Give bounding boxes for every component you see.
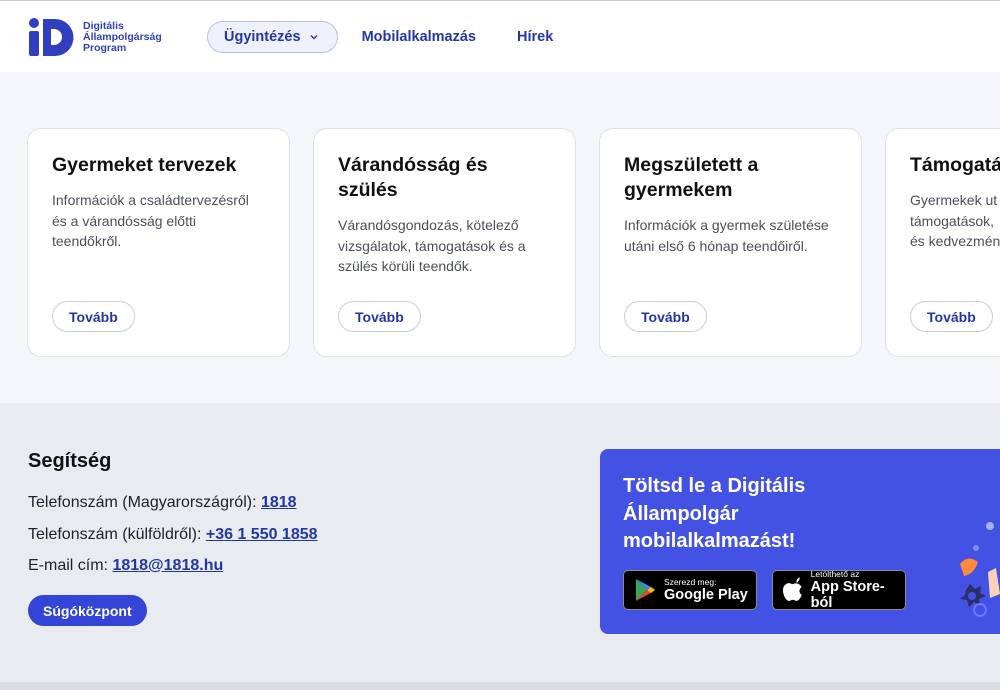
logo-line: Állampolgárság xyxy=(83,30,162,43)
decorative-illustration xyxy=(960,522,1000,617)
card-description: Gyermekek ut támogatások, és kedvezmén xyxy=(910,192,1000,249)
card-title: Támogatá xyxy=(910,154,1000,176)
card-more-button[interactable]: Tovább xyxy=(624,301,707,332)
google-play-icon xyxy=(636,579,655,601)
google-play-big: Google Play xyxy=(664,587,748,603)
card-varandossag: Várandósság és szülés Várandósgondozás, … xyxy=(313,128,576,357)
card-title: Megszületett a gyermekem xyxy=(624,154,759,201)
card-tamogatasok: Támogatá Gyermekek ut támogatások, és ke… xyxy=(885,128,1000,357)
card-more-button[interactable]: Tovább xyxy=(52,301,135,332)
help-title: Segítség xyxy=(28,450,112,472)
nav-dropdown-ugyintezes[interactable]: Ügyintézés xyxy=(207,21,338,53)
logo[interactable]: Digitális Állampolgárság Program xyxy=(28,17,162,57)
card-title: Várandósság és szülés xyxy=(338,154,488,201)
email-link[interactable]: 1818@1818.hu xyxy=(112,557,223,574)
help-center-button[interactable]: Súgóközpont xyxy=(28,595,147,626)
apple-icon xyxy=(782,577,802,601)
app-store-small: Letölthető az xyxy=(810,569,860,579)
main-nav: Ügyintézés Mobilalkalmazás Hírek xyxy=(207,21,553,53)
help-phone-abroad: Telefonszám (külföldről): +36 1 550 1858 xyxy=(28,526,318,544)
card-more-button[interactable]: Tovább xyxy=(338,301,421,332)
help-email: E-mail cím: 1818@1818.hu xyxy=(28,557,223,575)
google-play-small: Szerezd meg: xyxy=(664,577,717,587)
card-description: Információk a gyermek születése utáni el… xyxy=(624,217,829,254)
logo-text: Digitális Állampolgárság Program xyxy=(83,19,162,54)
phone-hu-link[interactable]: 1818 xyxy=(261,494,297,511)
app-store-big: App Store-ból xyxy=(810,579,885,611)
card-title: Gyermeket tervezek xyxy=(52,154,237,176)
nav-dropdown-label: Ügyintézés xyxy=(224,29,301,45)
footer-divider xyxy=(0,682,1000,690)
app-store-button[interactable]: Letölthető az App Store-ból xyxy=(772,569,906,611)
help-phone-hu: Telefonszám (Magyarországról): 1818 xyxy=(28,494,297,512)
logo-line: Program xyxy=(83,41,127,54)
card-more-button[interactable]: Tovább xyxy=(910,301,993,332)
logo-id-icon xyxy=(29,18,74,56)
card-description: Információk a családtervezésről és a vár… xyxy=(52,192,249,249)
app-promo-banner: Töltsd le a Digitális Állampolgár mobila… xyxy=(600,449,1000,634)
phone-hu-label: Telefonszám (Magyarországról): xyxy=(28,494,257,511)
email-label: E-mail cím: xyxy=(28,557,108,574)
nav-link-mobilalkalmazas[interactable]: Mobilalkalmazás xyxy=(362,29,476,45)
site-header: Digitális Állampolgárság Program Ügyinté… xyxy=(0,0,1000,72)
card-gyermeket-tervezek: Gyermeket tervezek Információk a családt… xyxy=(27,128,290,357)
phone-abroad-label: Telefonszám (külföldről): xyxy=(28,526,202,543)
phone-abroad-link[interactable]: +36 1 550 1858 xyxy=(206,526,318,543)
promo-title: Töltsd le a Digitális Állampolgár mobila… xyxy=(623,475,806,552)
topic-cards: Gyermeket tervezek Információk a családt… xyxy=(27,128,1000,358)
card-megszuletett: Megszületett a gyermekem Információk a g… xyxy=(599,128,862,357)
google-play-button[interactable]: Szerezd meg: Google Play xyxy=(623,570,757,610)
nav-link-hirek[interactable]: Hírek xyxy=(517,29,553,45)
logo-line: Digitális xyxy=(83,19,124,32)
chevron-down-icon xyxy=(310,35,318,40)
card-description: Várandósgondozás, kötelező vizsgálatok, … xyxy=(338,217,526,274)
